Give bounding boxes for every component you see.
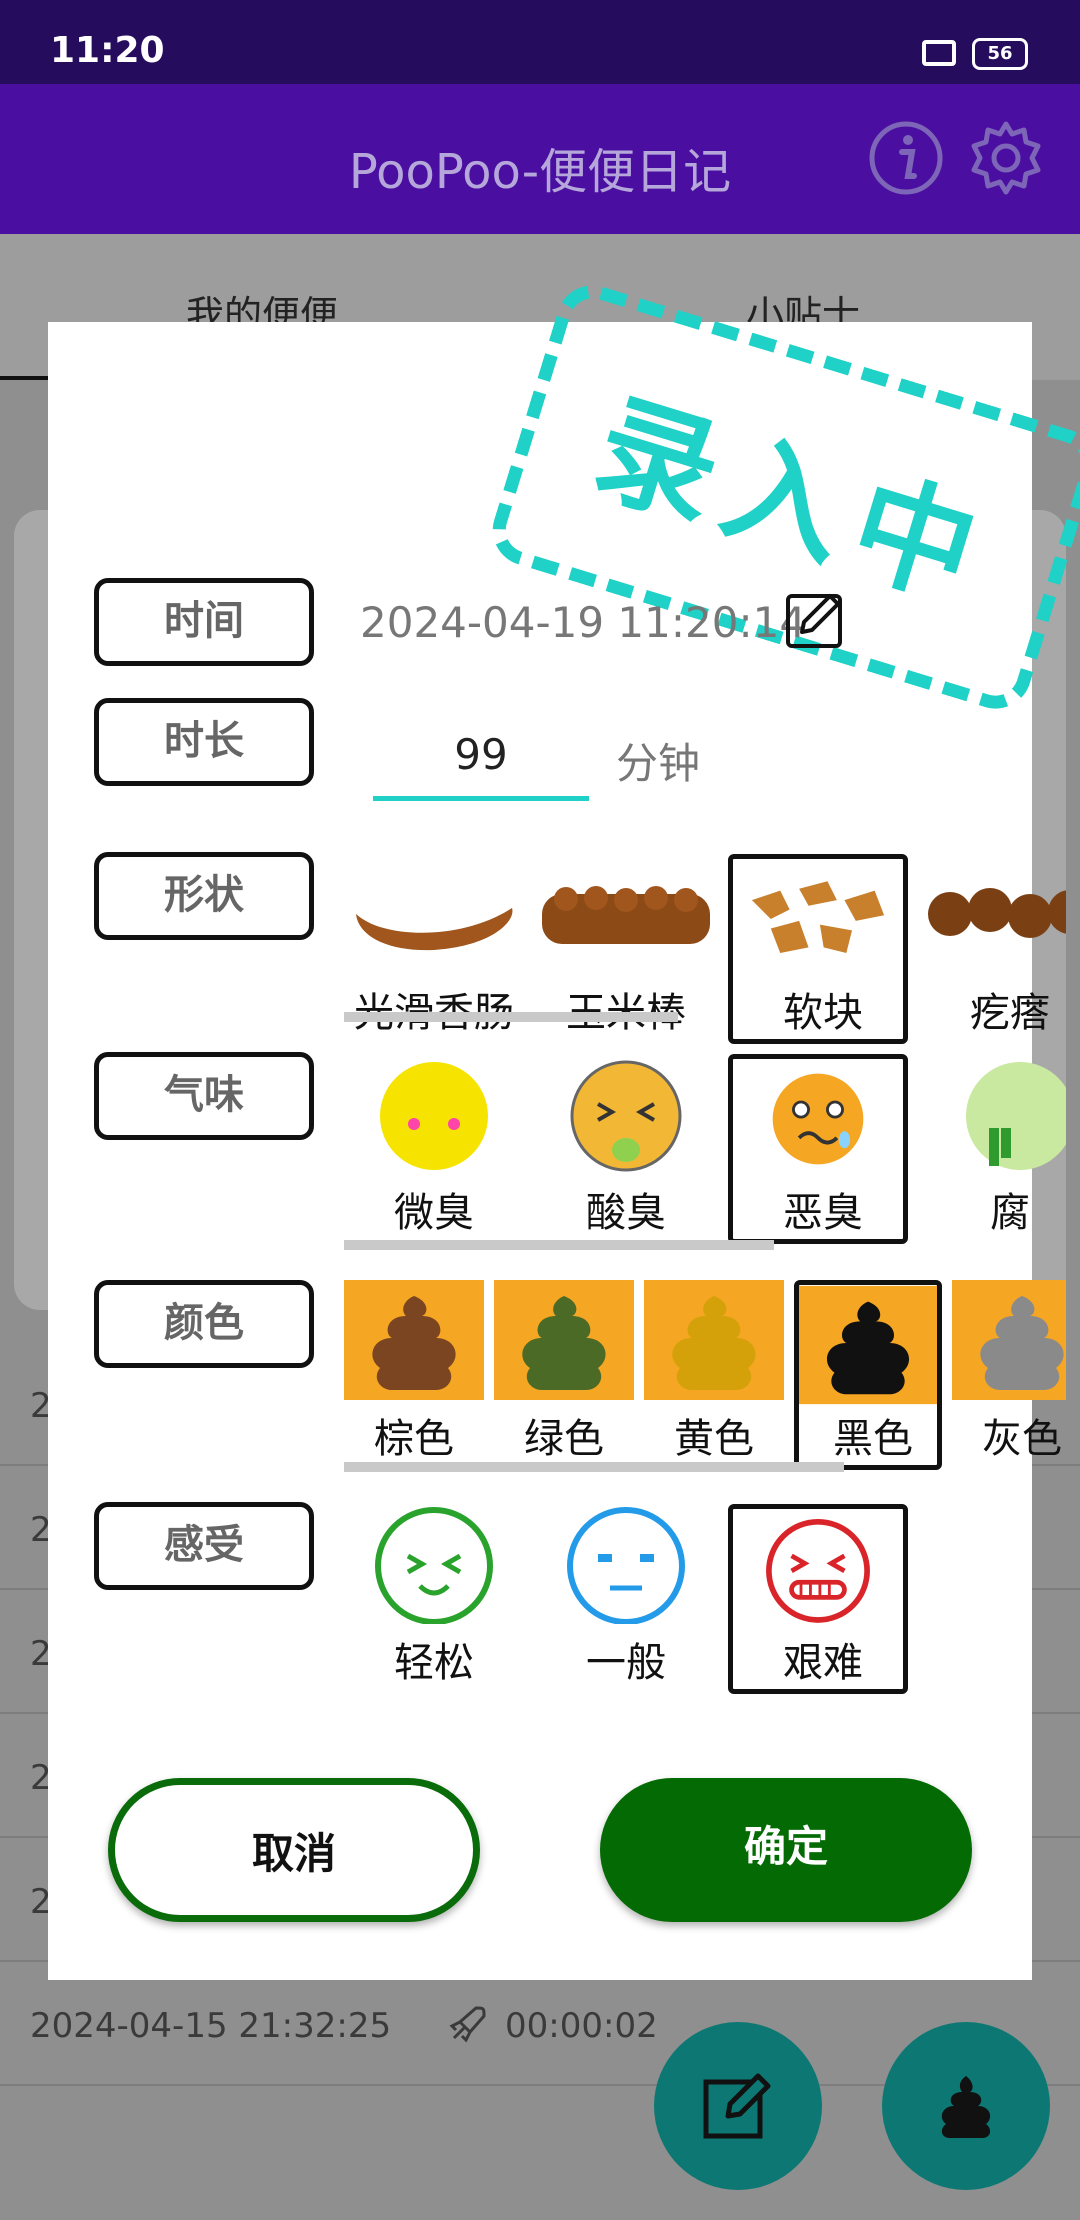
gray-poop-icon [952,1280,1066,1400]
label-color: 颜色 [94,1280,314,1368]
list-item-datetime: 2024-04-15 21:32:25 [30,2006,392,2046]
label-time: 时间 [94,578,314,666]
shape-options: 光滑香肠 玉米棒 软块 [344,854,1066,1054]
black-poop-icon [799,1285,937,1405]
duration-unit: 分钟 [616,739,701,788]
feeling-options: 轻松 一般 艰难 [344,1504,1066,1704]
shape-label: 玉米棒 [516,980,736,1038]
datetime-value: 2024-04-19 11:20:14 [360,598,807,647]
shape-option-lumps[interactable]: 疙瘩 [920,854,1066,1044]
feeling-option-easy[interactable]: 轻松 [344,1504,524,1694]
label-shape: 形状 [94,852,314,940]
shape-label: 疙瘩 [970,990,1050,1036]
strained-face-icon [766,1518,870,1623]
yellow-smiley-icon [380,1062,488,1170]
green-poop-icon [494,1280,634,1400]
sick-face-icon [966,1062,1066,1170]
smooth-sausage-icon [356,908,513,951]
status-bar: 11:20 56 [0,0,1080,84]
battery-indicator: 56 [972,38,1028,70]
corncob-icon [542,886,710,944]
label-smell: 气味 [94,1052,314,1140]
brown-poop-icon [344,1280,484,1400]
poop-fab[interactable] [882,2022,1050,2190]
duration-underline [373,796,589,801]
entry-dialog: 录入中 时间 时长 形状 气味 颜色 感受 2024-04-19 11:20:1… [48,276,1080,1980]
neutral-face-icon [567,1507,685,1624]
smell-option-rotten[interactable]: 腐 [920,1054,1066,1244]
shape-label: 光滑香肠 [344,980,544,1038]
poop-icon [941,2076,991,2138]
smell-option-stinky[interactable]: 恶臭 [728,1054,908,1244]
feeling-label: 轻松 [394,1640,474,1686]
duration-input[interactable]: 99 [373,730,589,779]
color-scrollbar[interactable] [344,1462,844,1472]
happy-face-icon [375,1507,493,1624]
smell-option-sour[interactable]: 酸臭 [536,1054,716,1244]
app-bar: PooPoo-便便日记 [0,84,1080,234]
color-options: 棕色 绿色 黄色 黑色 灰色 [344,1280,1066,1470]
edit-datetime-icon[interactable] [784,588,846,650]
shape-option-soft-blobs[interactable]: 软块 [728,854,908,1044]
screenshot-icon [922,40,956,66]
soft-blobs-icon [751,881,885,953]
edit-fab[interactable] [654,2022,822,2190]
rocket-icon [449,2006,486,2043]
color-label: 灰色 [982,1416,1062,1462]
color-option-gray[interactable]: 灰色 [952,1280,1066,1470]
yellow-poop-icon [644,1280,784,1400]
smell-label: 微臭 [394,1190,474,1236]
nauseous-face-icon [772,1073,864,1165]
feeling-label: 艰难 [783,1640,863,1686]
edit-icon [703,2073,771,2139]
smell-option-slight[interactable]: 微臭 [344,1054,524,1244]
status-time: 11:20 [50,30,165,71]
smell-options: 微臭 酸臭 恶臭 腐 [344,1054,1066,1254]
list-item-duration: 00:00:02 [505,2006,658,2046]
recording-stamp: 录入中 [483,276,1080,718]
confirm-button[interactable]: 确定 [600,1778,972,1922]
squint-face-icon [570,1060,682,1172]
gear-icon[interactable] [968,120,1044,196]
feeling-option-hard[interactable]: 艰难 [728,1504,908,1694]
feeling-option-normal[interactable]: 一般 [536,1504,716,1694]
label-duration: 时长 [94,698,314,786]
smell-label: 腐 [990,1190,1030,1236]
shape-scrollbar[interactable] [344,1012,678,1022]
info-icon[interactable] [868,120,944,196]
smell-scrollbar[interactable] [344,1240,774,1250]
smell-label: 酸臭 [586,1190,666,1236]
lumps-icon [928,888,1066,938]
label-feeling: 感受 [94,1502,314,1590]
feeling-label: 一般 [586,1640,666,1686]
cancel-button[interactable]: 取消 [108,1778,480,1922]
